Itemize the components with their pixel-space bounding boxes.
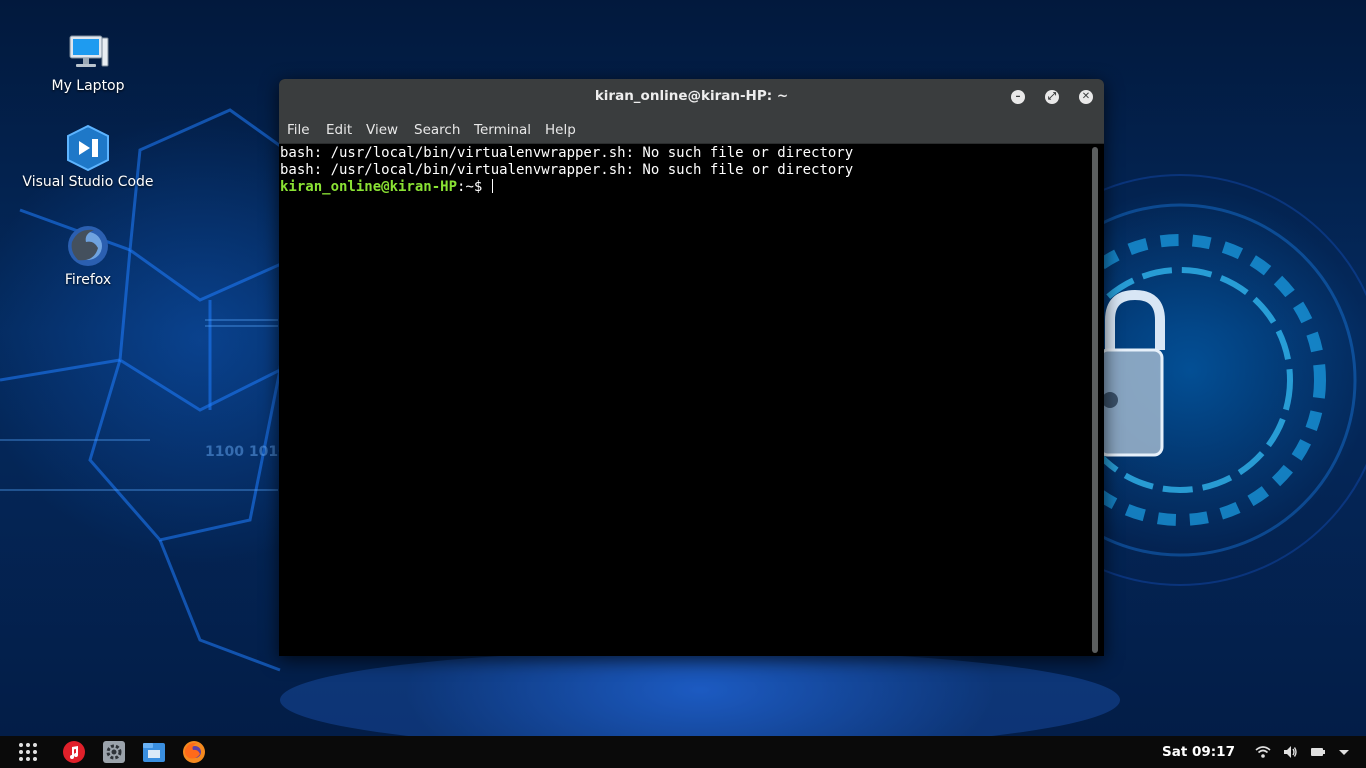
prompt-user: kiran_online@kiran-HP [280, 179, 458, 195]
menu-edit[interactable]: Edit [326, 122, 352, 138]
terminal-output[interactable]: bash: /usr/local/bin/virtualenvwrapper.s… [279, 144, 1089, 656]
output-line: bash: /usr/local/bin/virtualenvwrapper.s… [280, 162, 854, 178]
output-line: bash: /usr/local/bin/virtualenvwrapper.s… [280, 145, 854, 161]
menu-bar: File Edit View Search Terminal Help [279, 115, 1104, 144]
volume-icon[interactable] [1282, 744, 1298, 760]
computer-icon [69, 35, 109, 67]
menu-terminal[interactable]: Terminal [474, 122, 531, 138]
music-icon[interactable] [62, 740, 86, 764]
desktop-icon-label: My Laptop [51, 78, 125, 94]
prompt-path: :~$ [457, 179, 483, 195]
desktop-icon-my-laptop[interactable]: My Laptop [13, 28, 163, 94]
padlock-art [1098, 289, 1165, 457]
wifi-icon[interactable] [1255, 744, 1271, 760]
window-title: kiran_online@kiran-HP: ~ [594, 88, 789, 104]
settings-icon[interactable] [102, 740, 126, 764]
clock[interactable]: Sat 09:17 [1162, 744, 1235, 760]
maximize-button[interactable]: ⤢ [1045, 90, 1059, 104]
files-icon[interactable] [142, 740, 166, 764]
apps-grid-icon[interactable] [16, 740, 40, 764]
desktop-icon-label: Visual Studio Code [22, 174, 154, 190]
prompt-line[interactable]: kiran_online@kiran-HP:~$ [280, 179, 493, 195]
menu-file[interactable]: File [287, 122, 310, 138]
battery-icon[interactable] [1310, 744, 1326, 760]
menu-view[interactable]: View [366, 122, 398, 138]
menu-help[interactable]: Help [545, 122, 576, 138]
desktop-icon-firefox[interactable]: Firefox [13, 222, 163, 288]
close-button[interactable]: ✕ [1079, 90, 1093, 104]
firefox-icon[interactable] [182, 740, 206, 764]
window-titlebar[interactable]: kiran_online@kiran-HP: ~ – ⤢ ✕ [279, 79, 1104, 115]
desktop-icon-vscode[interactable]: Visual Studio Code [13, 124, 163, 190]
terminal-window[interactable]: kiran_online@kiran-HP: ~ – ⤢ ✕ File Edit… [279, 79, 1104, 656]
firefox-icon [68, 226, 108, 266]
vscode-icon [67, 124, 109, 172]
minimize-button[interactable]: – [1011, 90, 1025, 104]
scrollbar[interactable] [1092, 147, 1098, 653]
desktop-icon-label: Firefox [64, 272, 112, 288]
menu-search[interactable]: Search [414, 122, 460, 138]
text-cursor [491, 179, 493, 193]
taskbar: Sat 09:17 [0, 736, 1366, 768]
menu-arrow-icon[interactable] [1336, 744, 1352, 760]
